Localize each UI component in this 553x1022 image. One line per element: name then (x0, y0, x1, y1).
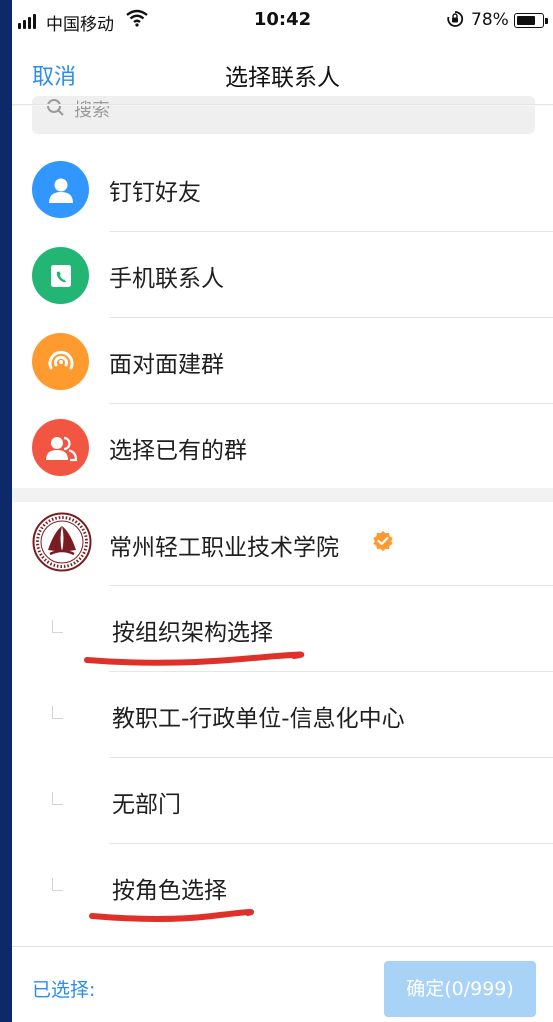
phone-contact-icon (32, 247, 89, 304)
status-bar: 中国移动 10:42 78% (12, 0, 553, 44)
nav-bar: 取消 选择联系人 (12, 44, 553, 104)
organization-logo (32, 512, 92, 572)
tree-connector (52, 620, 63, 633)
battery-icon (514, 13, 548, 28)
header-divider (12, 104, 553, 106)
option-by-org-structure[interactable]: 按组织架构选择 (12, 586, 553, 672)
tree-connector (52, 878, 63, 891)
radar-icon (32, 333, 89, 390)
organization-name: 常州轻工职业技术学院 (109, 535, 339, 561)
option-label: 无部门 (112, 792, 181, 818)
source-label: 钉钉好友 (109, 180, 201, 206)
phone-screen: 中国移动 10:42 78% 取消 选择联系人 搜索 钉钉好友 手机联系人 面对… (12, 0, 553, 1022)
verified-badge-icon (372, 530, 394, 556)
source-label: 面对面建群 (109, 352, 224, 378)
search-icon (46, 98, 66, 122)
option-by-role[interactable]: 按角色选择 (12, 844, 553, 930)
option-label: 教职工-行政单位-信息化中心 (112, 706, 405, 732)
source-label: 手机联系人 (109, 266, 224, 292)
source-label: 选择已有的群 (109, 438, 247, 464)
battery-percent: 78% (471, 10, 509, 30)
selected-count-label: 已选择: (32, 979, 96, 1001)
source-dingtalk-friends[interactable]: 钉钉好友 (12, 146, 553, 232)
group-icon (32, 419, 89, 476)
bottom-bar: 已选择: 确定(0/999) (12, 946, 553, 1022)
option-department-info-center[interactable]: 教职工-行政单位-信息化中心 (12, 672, 553, 758)
search-input[interactable]: 搜索 (32, 96, 535, 134)
organization-header[interactable]: 常州轻工职业技术学院 (12, 502, 553, 586)
source-phone-contacts[interactable]: 手机联系人 (12, 232, 553, 318)
source-face-to-face-group[interactable]: 面对面建群 (12, 318, 553, 404)
option-label: 按角色选择 (112, 878, 227, 904)
option-no-department[interactable]: 无部门 (12, 758, 553, 844)
option-label: 按组织架构选择 (112, 620, 273, 646)
tree-connector (52, 792, 63, 805)
rotation-lock-icon (446, 10, 464, 32)
source-existing-group[interactable]: 选择已有的群 (12, 404, 553, 490)
page-title: 选择联系人 (225, 65, 340, 91)
search-placeholder: 搜索 (74, 100, 110, 121)
person-icon (32, 161, 89, 218)
section-gap (12, 488, 553, 502)
tree-connector (52, 706, 63, 719)
confirm-button[interactable]: 确定(0/999) (384, 961, 536, 1017)
